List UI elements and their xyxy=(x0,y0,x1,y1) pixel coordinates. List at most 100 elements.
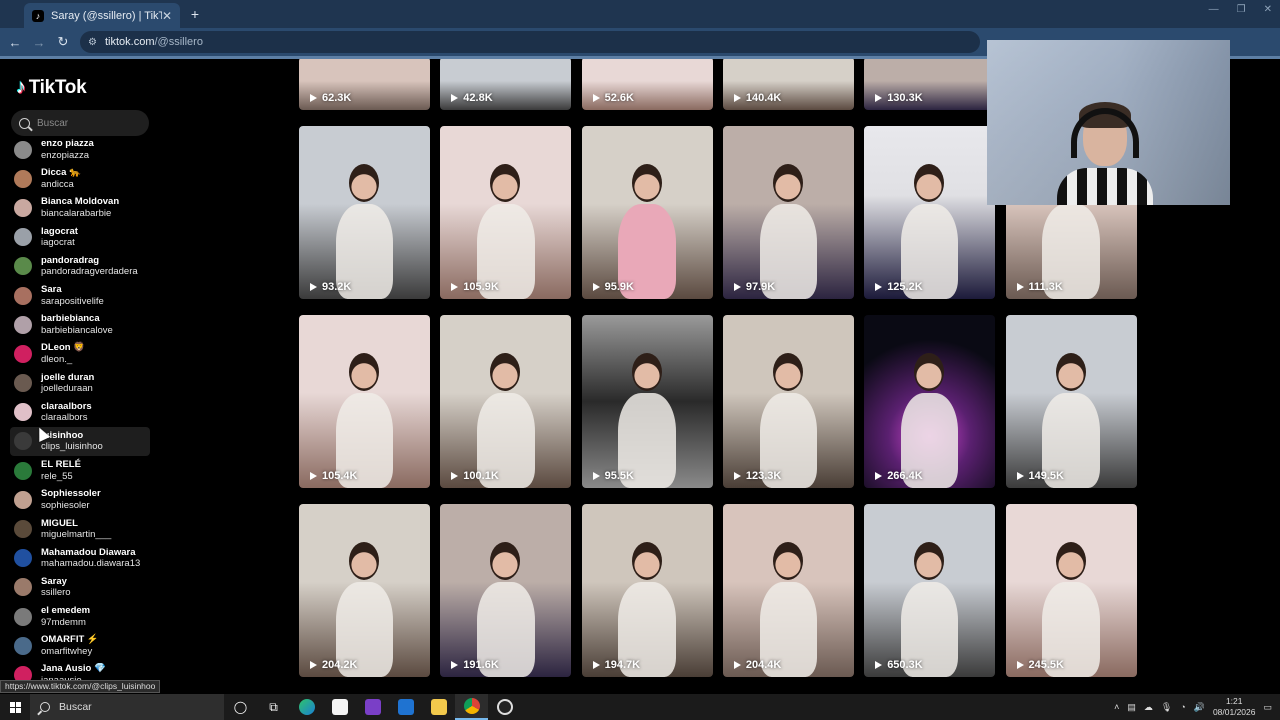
browser-tab-active[interactable]: ♪ Saray (@ssillero) | TikTok ✕ xyxy=(24,3,180,28)
sidebar-account-item[interactable]: luisinhoo clips_luisinhoo xyxy=(10,426,150,457)
sidebar-account-item[interactable]: Mahamadou Diawara mahamadou.diawara13 xyxy=(10,544,150,573)
sidebar-account-item[interactable]: DLeon 🦁 dleon._ xyxy=(10,339,150,368)
view-count-text: 62.3K xyxy=(322,92,352,104)
play-icon xyxy=(1016,472,1024,480)
video-thumbnail[interactable]: 194.7K xyxy=(581,504,713,677)
visual-studio-icon[interactable] xyxy=(356,694,389,720)
sidebar-account-item[interactable]: Dicca 🐆 andicca xyxy=(10,164,150,193)
clock[interactable]: 1:21 08/01/2026 xyxy=(1213,696,1256,718)
maximize-icon[interactable]: ❐ xyxy=(1237,4,1246,15)
view-count-text: 266.4K xyxy=(887,470,923,482)
video-thumbnail[interactable]: 650.3K xyxy=(864,504,996,677)
video-thumbnail[interactable]: 62.3K xyxy=(299,59,430,110)
tab-close-icon[interactable]: ✕ xyxy=(162,9,172,23)
account-username: miguelmartin___ xyxy=(41,529,112,541)
back-button[interactable]: ← xyxy=(3,35,27,50)
video-thumbnail[interactable]: 105.4K xyxy=(299,315,430,488)
video-thumbnail[interactable]: 95.5K xyxy=(581,315,713,488)
video-thumbnail[interactable]: 100.1K xyxy=(440,315,572,488)
video-thumbnail[interactable]: 52.6K xyxy=(581,59,713,110)
view-count: 93.2K xyxy=(310,281,351,293)
play-icon xyxy=(451,472,459,480)
sidebar-account-item[interactable]: Saray ssillero xyxy=(10,573,150,602)
store-icon[interactable] xyxy=(323,694,356,720)
sidebar-account-item[interactable]: Sara sarapositivelife xyxy=(10,281,150,310)
site-info-icon[interactable]: ⚙ xyxy=(88,37,97,48)
cortana-icon[interactable]: ◯ xyxy=(224,694,257,720)
sidebar-account-item[interactable]: EL RELÉ rele_55 xyxy=(10,456,150,485)
notifications-icon[interactable]: ▭ xyxy=(1263,702,1272,713)
view-count-text: 52.6K xyxy=(604,92,634,104)
sidebar-account-item[interactable]: barbiebianca barbiebiancalove xyxy=(10,310,150,339)
video-thumbnail[interactable]: 97.9K xyxy=(722,126,854,299)
forward-button[interactable]: → xyxy=(27,35,51,50)
sidebar-account-item[interactable]: el emedem 97mdemm xyxy=(10,602,150,631)
view-count: 100.1K xyxy=(451,470,499,482)
video-thumbnail[interactable]: 123.3K xyxy=(722,315,854,488)
video-thumbnail[interactable]: 125.2K xyxy=(864,126,996,299)
search-input[interactable]: Buscar xyxy=(11,110,149,136)
account-username: andicca xyxy=(41,178,74,190)
sidebar-account-item[interactable]: MIGUEL miguelmartin___ xyxy=(10,514,150,543)
view-count-text: 42.8K xyxy=(463,92,493,104)
video-thumbnail[interactable]: 93.2K xyxy=(299,126,430,299)
video-thumbnail[interactable]: 130.3K xyxy=(864,59,996,110)
video-thumbnail[interactable]: 95.9K xyxy=(581,126,713,299)
close-window-icon[interactable]: ✕ xyxy=(1264,4,1272,15)
sidebar-account-item[interactable]: OMARFIT ⚡ omarfitwhey xyxy=(10,631,150,660)
reload-button[interactable]: ↻ xyxy=(51,34,75,50)
video-thumbnail[interactable]: 42.8K xyxy=(440,59,572,110)
browser-tabstrip: ♪ Saray (@ssillero) | TikTok ✕ + — ❐ ✕ xyxy=(0,0,1280,28)
sidebar-account-item[interactable]: pandoradrag pandoradragverdadera xyxy=(10,252,150,281)
network-icon[interactable]: ▤ xyxy=(1127,702,1136,713)
account-username: sophiesoler xyxy=(41,499,90,511)
address-bar[interactable]: ⚙ tiktok.com/@ssillero xyxy=(80,31,980,53)
avatar xyxy=(14,140,32,159)
tiktok-logo[interactable]: ♪ TikTok xyxy=(16,76,87,99)
video-thumbnail[interactable]: 140.4K xyxy=(722,59,854,110)
volume-icon[interactable]: 🔊 xyxy=(1194,702,1205,713)
video-thumbnail[interactable]: 204.4K xyxy=(722,504,854,677)
sidebar-account-item[interactable]: claraalbors claraalbors xyxy=(10,398,150,427)
avatar xyxy=(14,636,32,655)
view-count-text: 105.4K xyxy=(322,470,358,482)
account-display-name: Jana Ausio 💎 xyxy=(41,663,106,675)
view-count: 130.3K xyxy=(875,92,923,104)
view-count-text: 149.5K xyxy=(1028,470,1064,482)
play-icon xyxy=(451,94,459,102)
obs-icon[interactable] xyxy=(488,694,521,720)
task-view-icon[interactable]: ⧉ xyxy=(257,694,290,720)
video-thumbnail[interactable]: 266.4K xyxy=(864,315,996,488)
chrome-icon[interactable] xyxy=(455,694,488,720)
sidebar-account-item[interactable]: Iagocrat iagocrat xyxy=(10,223,150,252)
view-count-text: 93.2K xyxy=(322,281,352,293)
account-username: rele_55 xyxy=(41,470,73,482)
sidebar-account-item[interactable]: enzo piazza enzopiazza xyxy=(10,135,150,164)
account-display-name: claraalbors xyxy=(41,400,92,412)
start-button[interactable] xyxy=(0,694,30,720)
new-tab-button[interactable]: + xyxy=(186,6,204,22)
minimize-icon[interactable]: — xyxy=(1209,4,1219,15)
sidebar-account-item[interactable]: Sophiessoler sophiesoler xyxy=(10,485,150,514)
video-thumbnail[interactable]: 245.5K xyxy=(1005,504,1137,677)
account-display-name: enzo piazza xyxy=(41,138,94,150)
taskbar-search[interactable]: Buscar xyxy=(30,694,224,720)
account-username: joelleduraan xyxy=(41,383,93,395)
play-icon xyxy=(875,283,883,291)
video-thumbnail[interactable]: 105.9K xyxy=(440,126,572,299)
video-thumbnail[interactable]: 191.6K xyxy=(440,504,572,677)
view-count: 125.2K xyxy=(875,281,923,293)
edge-icon[interactable] xyxy=(290,694,323,720)
onedrive-icon[interactable]: ☁ xyxy=(1144,702,1153,713)
tray-chevron-icon[interactable]: ˄ xyxy=(1114,702,1119,712)
sidebar-account-item[interactable]: Bianca Moldovan biancalarabarbie xyxy=(10,193,150,222)
file-explorer-icon[interactable] xyxy=(422,694,455,720)
mail-icon[interactable] xyxy=(389,694,422,720)
mic-icon[interactable]: 🎙 xyxy=(1161,702,1172,713)
sidebar-account-item[interactable]: joelle duran joelleduraan xyxy=(10,369,150,398)
video-thumbnail[interactable]: 149.5K xyxy=(1005,315,1137,488)
wifi-icon[interactable]: ◔ xyxy=(1180,702,1185,712)
avatar xyxy=(14,374,32,393)
tiktok-favicon-icon: ♪ xyxy=(32,9,44,22)
video-thumbnail[interactable]: 204.2K xyxy=(299,504,430,677)
